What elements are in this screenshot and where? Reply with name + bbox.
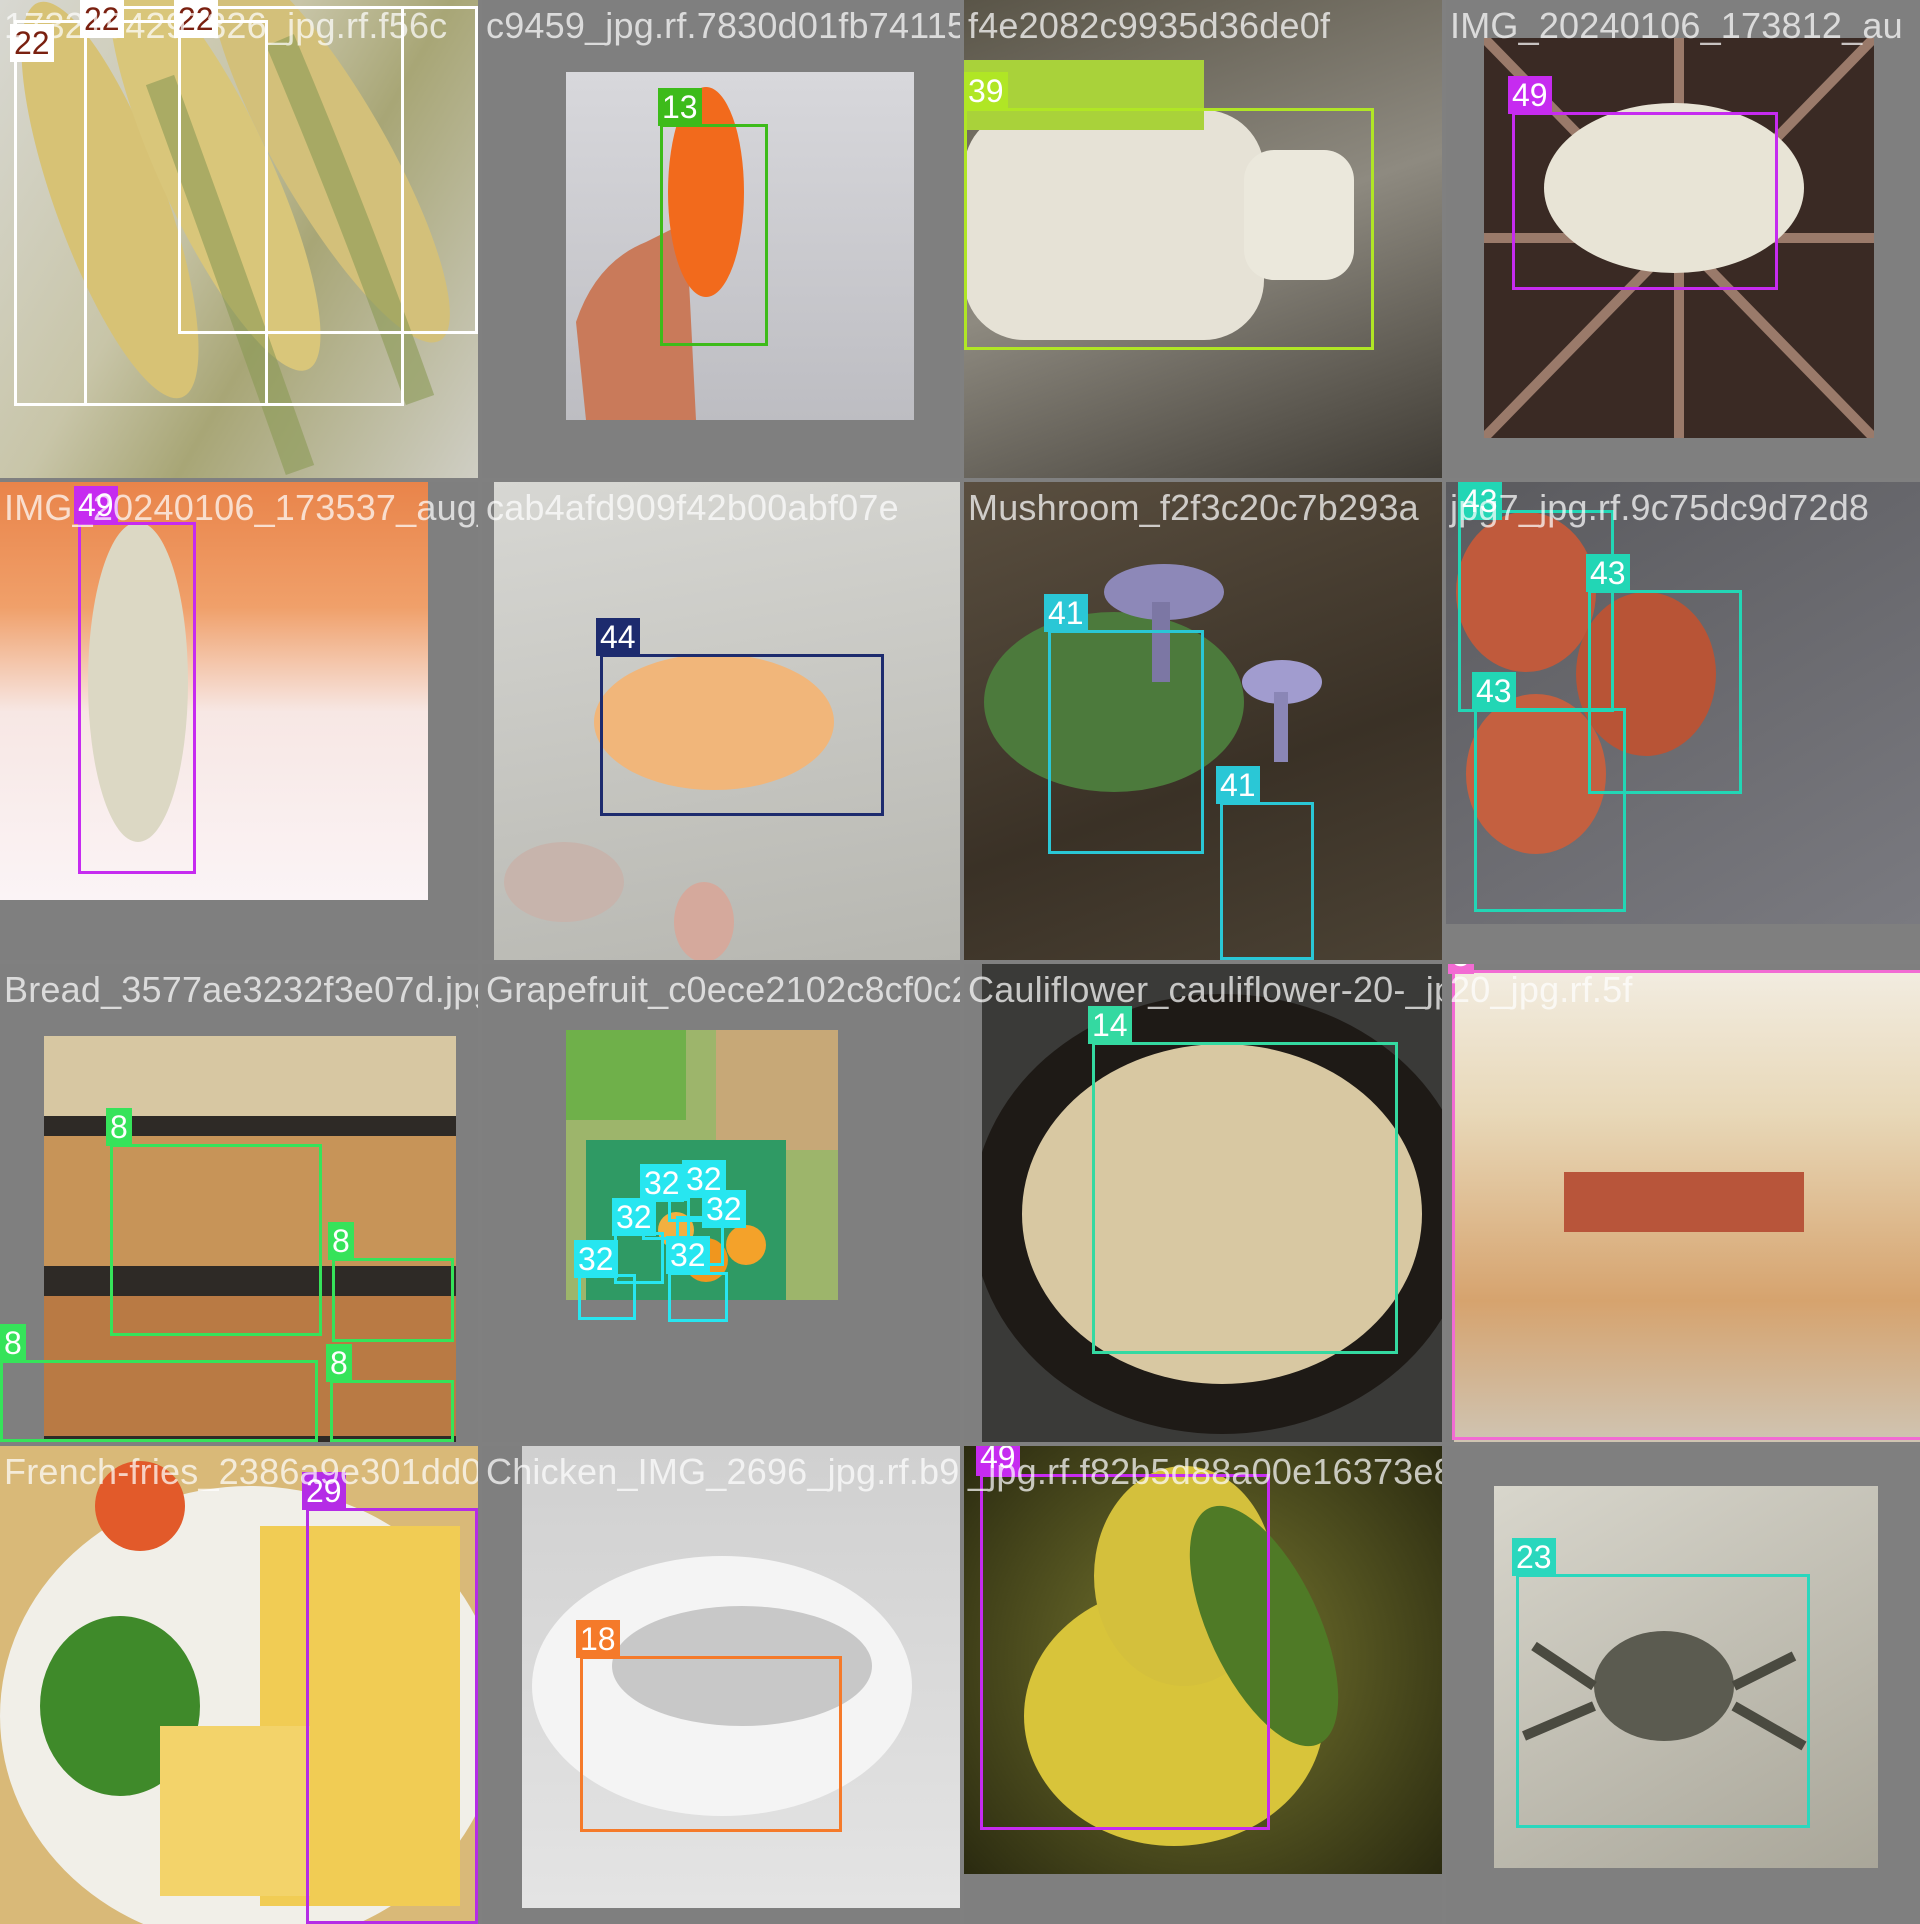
mango-photo — [0, 482, 428, 900]
class-label: 13 — [658, 88, 702, 126]
detection-box — [110, 1144, 322, 1336]
tile-pear: _jpg.rf.f82b5d88a00e16373e8e7886a67da88_… — [964, 1446, 1442, 1924]
class-label: 32 — [702, 1190, 746, 1228]
class-label: 8 — [106, 1108, 132, 1146]
tile-filename: 1732154297326_jpg.rf.f56c — [4, 5, 448, 46]
tile-filename: Cauliflower_cauliflower-20-_jpg.rf.a15f9… — [968, 969, 1442, 1010]
tile-filename: Mushroom_f2f3c20c7b293a — [968, 487, 1419, 528]
tile-onions: jpg7_jpg.rf.9c75dc9d72d8 43 43 43 — [1446, 482, 1920, 960]
class-label: 8 — [326, 1344, 352, 1382]
detection-box — [1512, 112, 1778, 290]
detection-box — [306, 1508, 478, 1924]
tile-filename: French-fries_2386a9e301dd0c9 — [4, 1451, 478, 1492]
class-label: 18 — [576, 1620, 620, 1658]
detection-box — [580, 1656, 842, 1832]
tile-mango-top: IMG_20240106_173812_au 49 — [1446, 0, 1920, 478]
tile-french-fries: French-fries_2386a9e301dd0c9 29 — [0, 1446, 478, 1924]
detection-box — [1092, 1042, 1398, 1354]
class-label: 32 — [640, 1164, 684, 1202]
tile-bread: Bread_3577ae3232f3e07d.jpg 8 8 8 8 — [0, 964, 478, 1442]
detection-box — [78, 522, 196, 874]
tile-crab: 23 — [1446, 1446, 1920, 1924]
detection-box — [1516, 1574, 1810, 1828]
detection-box — [668, 1272, 728, 1322]
tile-filename: _jpg.rf.f82b5d88a00e16373e8e7886a67da88_… — [968, 1451, 1442, 1492]
detection-box — [1048, 630, 1204, 854]
class-label: 44 — [596, 618, 640, 656]
tile-milk-bottle: f4e2082c9935d36de0f 39 — [964, 0, 1442, 478]
class-label: 23 — [1512, 1538, 1556, 1576]
class-label: 32 — [666, 1236, 710, 1274]
detection-box — [1452, 970, 1920, 1440]
tile-orange-table: cab4afd909f42b00abf07e 44 — [482, 482, 960, 960]
tile-filename: Grapefruit_c0ece2102c8cf0c2.jpg — [486, 969, 960, 1010]
tile-grapefruit: Grapefruit_c0ece2102c8cf0c2.jpg 32 32 32… — [482, 964, 960, 1442]
tile-mango-orange: IMG_20240106_173537_aug_0_3014_jpg.rf 49 — [0, 482, 478, 960]
tile-filename: f4e2082c9935d36de0f — [968, 5, 1331, 46]
class-label: 41 — [1216, 766, 1260, 804]
detection-box — [1220, 802, 1314, 960]
tile-beer-glass: 20_jpg.rf.5f 5 — [1446, 964, 1920, 1442]
detection-box — [1474, 708, 1626, 912]
detection-box — [0, 1360, 318, 1442]
detection-box — [600, 654, 884, 816]
detection-box — [980, 1474, 1270, 1830]
detection-box — [964, 108, 1374, 350]
tile-filename: c9459_jpg.rf.7830d01fb7411520239 — [486, 5, 960, 46]
tile-filename: Bread_3577ae3232f3e07d.jpg — [4, 969, 478, 1010]
detection-box — [660, 124, 768, 346]
class-label: 32 — [574, 1240, 618, 1278]
tile-corn: 1732154297326_jpg.rf.f56c 22 22 22 — [0, 0, 478, 478]
detection-box — [332, 1258, 454, 1342]
class-label: 8 — [328, 1222, 354, 1260]
class-label: 32 — [612, 1198, 656, 1236]
tile-filename: 20_jpg.rf.5f — [1450, 969, 1633, 1010]
detection-box — [330, 1380, 454, 1442]
tile-carrot: c9459_jpg.rf.7830d01fb7411520239 13 — [482, 0, 960, 478]
class-label: 14 — [1088, 1006, 1132, 1044]
tile-filename: IMG_20240106_173812_au — [1450, 5, 1903, 46]
tile-cauliflower: Cauliflower_cauliflower-20-_jpg.rf.a15f9… — [964, 964, 1442, 1442]
tile-chicken: Chicken_IMG_2696_jpg.rf.b93 18 — [482, 1446, 960, 1924]
detection-box — [178, 6, 478, 334]
tile-filename: cab4afd909f42b00abf07e — [486, 487, 899, 528]
class-label: 8 — [0, 1324, 26, 1362]
class-label: 41 — [1044, 594, 1088, 632]
mango-illustration — [88, 522, 188, 842]
tile-filename: IMG_20240106_173537_aug_0_3014_jpg.rf — [4, 487, 478, 528]
tile-mushroom: Mushroom_f2f3c20c7b293a 41 41 — [964, 482, 1442, 960]
class-label: 49 — [1508, 76, 1552, 114]
class-label: 43 — [1472, 672, 1516, 710]
class-label: 39 — [964, 72, 1008, 110]
class-label: 43 — [1586, 554, 1630, 592]
tile-filename: Chicken_IMG_2696_jpg.rf.b93 — [486, 1451, 960, 1492]
tile-filename: jpg7_jpg.rf.9c75dc9d72d8 — [1450, 487, 1870, 528]
